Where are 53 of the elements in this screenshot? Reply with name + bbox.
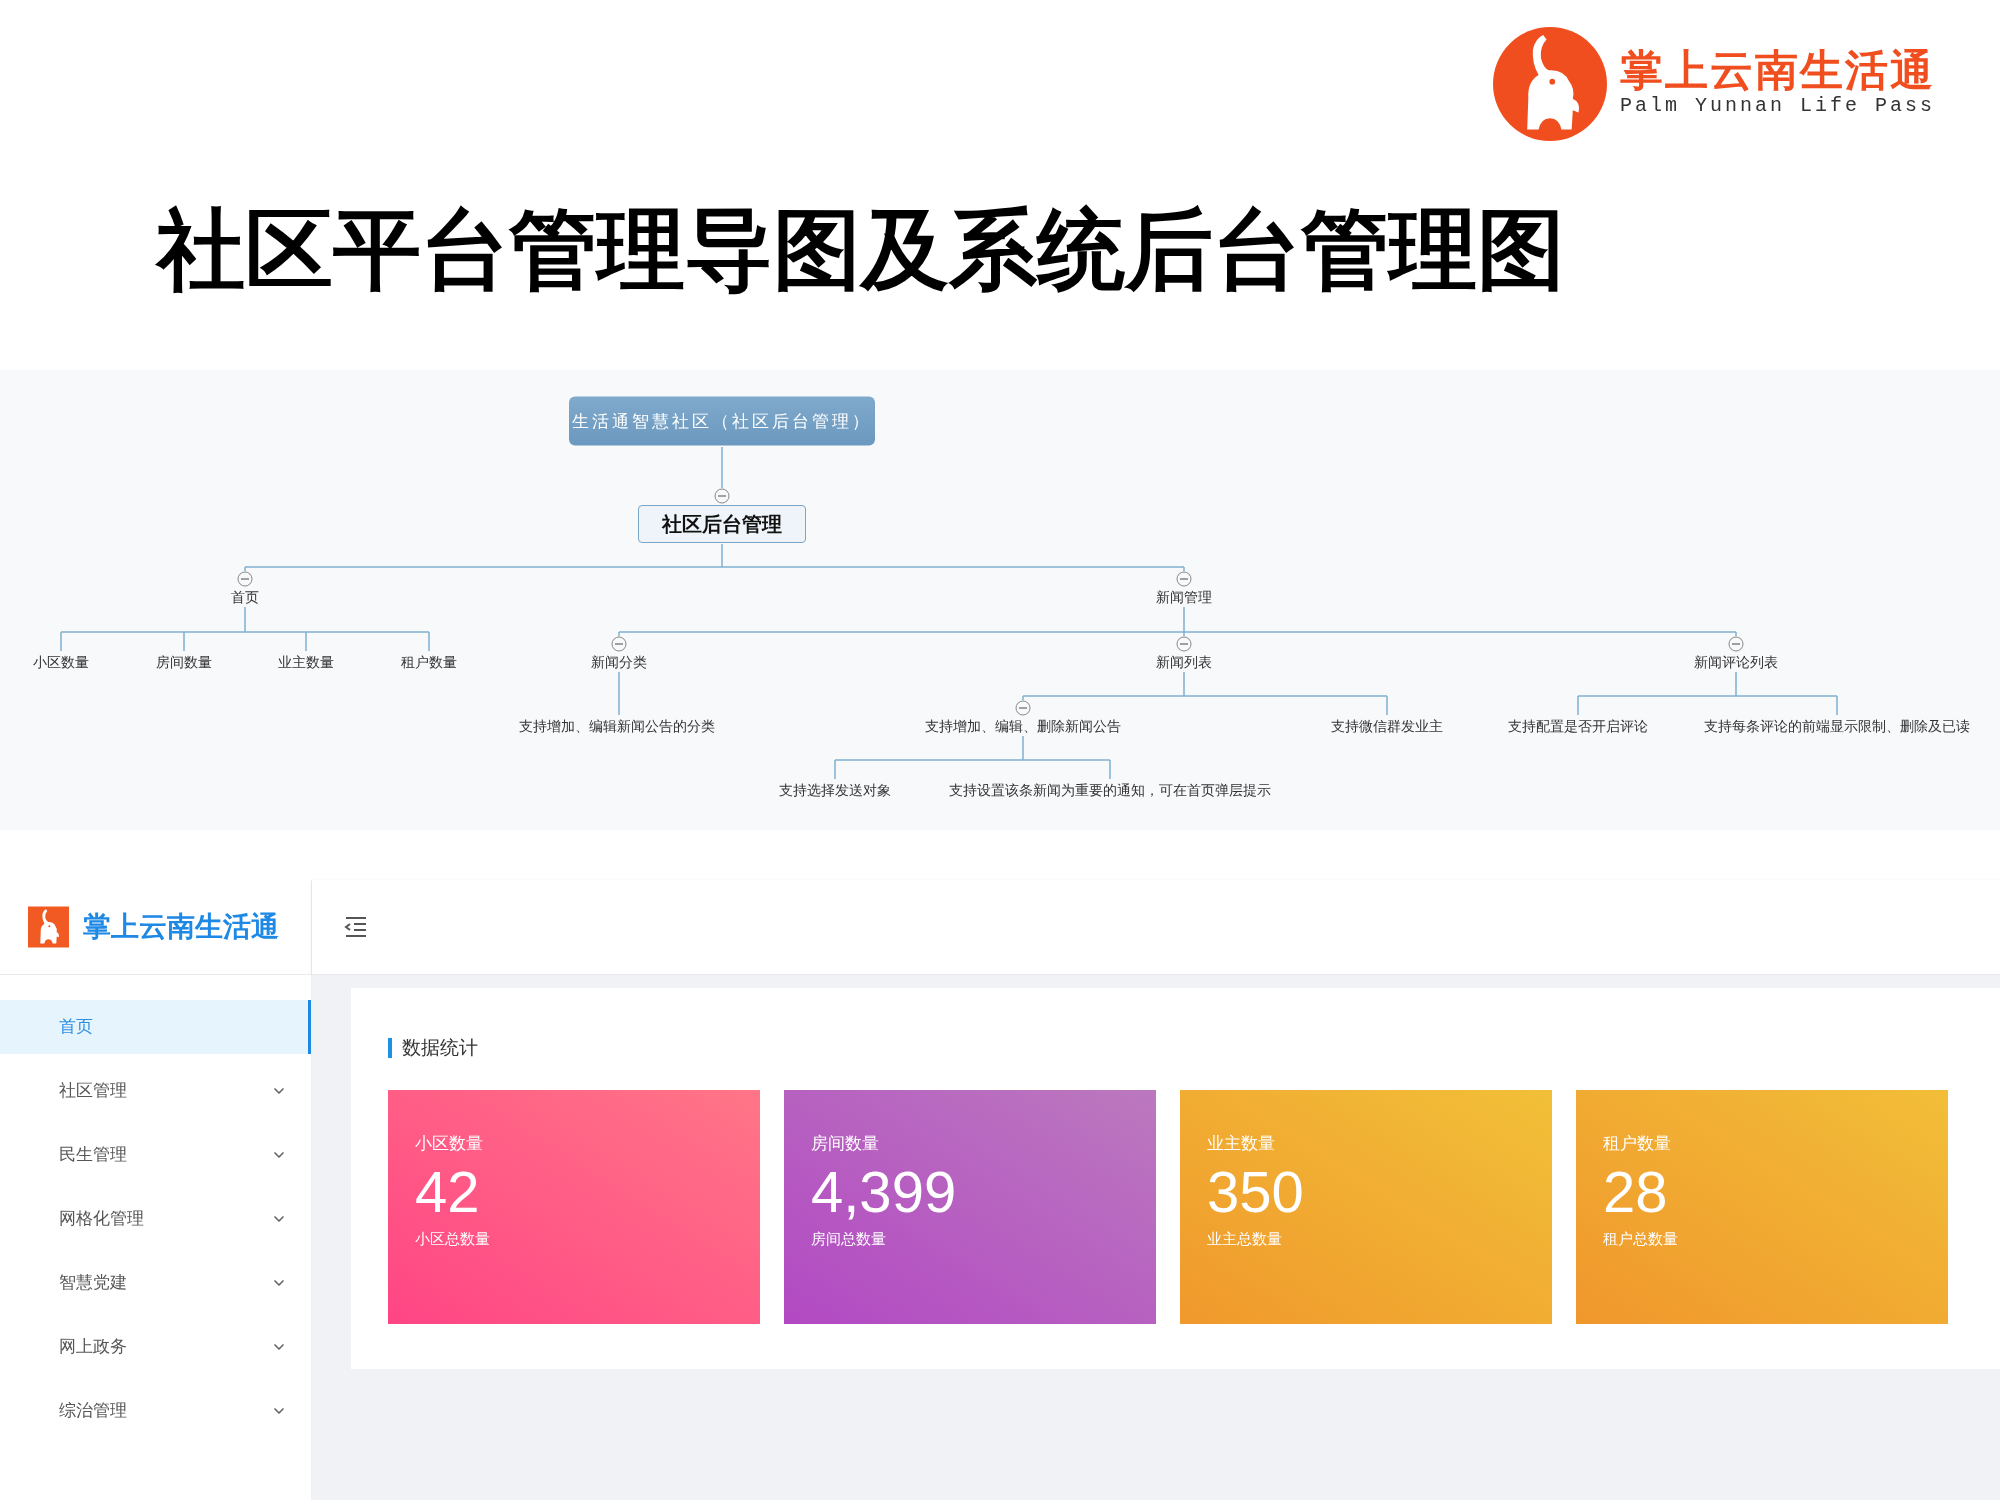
card-label: 房间数量	[811, 1133, 880, 1155]
card-caption: 业主总数量	[1207, 1229, 1283, 1249]
slide-title: 社区平台管理导图及系统后台管理图	[157, 200, 1566, 300]
node-label: 新闻评论列表	[1694, 653, 1778, 671]
node-label: 小区数量	[33, 653, 89, 671]
card-label: 业主数量	[1207, 1133, 1276, 1155]
node-label: 新闻管理	[1156, 588, 1212, 606]
card-label: 小区数量	[415, 1133, 484, 1155]
node-label: 支持增加、编辑、删除新闻公告	[925, 717, 1121, 735]
node-label: 房间数量	[156, 653, 212, 671]
node-label: 支持设置该条新闻为重要的通知，可在首页弹层提示	[949, 781, 1271, 799]
node-label: 支持增加、编辑新闻公告的分类	[519, 717, 715, 735]
card-caption: 租户总数量	[1603, 1229, 1679, 1249]
connector	[618, 671, 620, 716]
elephant-logo-icon	[1492, 27, 1607, 141]
menu-item[interactable]: 网上政务	[0, 1320, 311, 1374]
logo-name: 掌上云南生活通	[1619, 45, 1935, 95]
card-value: 4,399	[811, 1158, 958, 1226]
card-label: 租户数量	[1603, 1133, 1672, 1155]
logo-tagline: Palm Yunnan Life Pass	[1619, 95, 1935, 117]
brand-name: 掌上云南生活通	[83, 910, 279, 944]
node-label: 业主数量	[278, 653, 334, 671]
node-label: 支持选择发送对象	[779, 781, 891, 799]
menu-item[interactable]: 民生管理	[0, 1128, 311, 1182]
card-value: 350	[1207, 1158, 1305, 1226]
node-label: 租户数量	[401, 653, 457, 671]
section-title: 数据统计	[402, 1035, 478, 1060]
collapse-menu-icon[interactable]	[344, 916, 368, 938]
node-label: 支持配置是否开启评论	[1508, 717, 1648, 735]
connector	[721, 446, 723, 489]
menu-item[interactable]: 网格化管理	[0, 1192, 311, 1246]
node-label: 支持每条评论的前端显示限制、删除及已读	[1704, 717, 1970, 735]
menu-item[interactable]: 社区管理	[0, 1064, 311, 1118]
card-value: 28	[1603, 1158, 1669, 1226]
card-caption: 小区总数量	[415, 1229, 491, 1249]
collapse-icon[interactable]	[611, 636, 627, 652]
collapse-icon[interactable]	[1015, 700, 1031, 716]
menu-item[interactable]: 综治管理	[0, 1384, 311, 1438]
collapse-icon[interactable]	[237, 571, 253, 587]
node-label: 新闻分类	[591, 653, 647, 671]
card-value: 42	[415, 1158, 481, 1226]
brand-logo-icon	[28, 904, 69, 950]
node-label: 新闻列表	[1156, 653, 1212, 671]
collapse-icon[interactable]	[1176, 571, 1192, 587]
collapse-icon[interactable]	[1728, 636, 1744, 652]
root-node: 生活通智慧社区（社区后台管理）	[569, 396, 875, 446]
collapse-icon[interactable]	[714, 488, 730, 504]
card-caption: 房间总数量	[811, 1229, 887, 1249]
topic-node: 社区后台管理	[638, 505, 806, 543]
menu-item[interactable]: 智慧党建	[0, 1256, 311, 1310]
node-label: 首页	[231, 588, 259, 606]
collapse-icon[interactable]	[1176, 636, 1192, 652]
node-label: 支持微信群发业主	[1331, 717, 1443, 735]
